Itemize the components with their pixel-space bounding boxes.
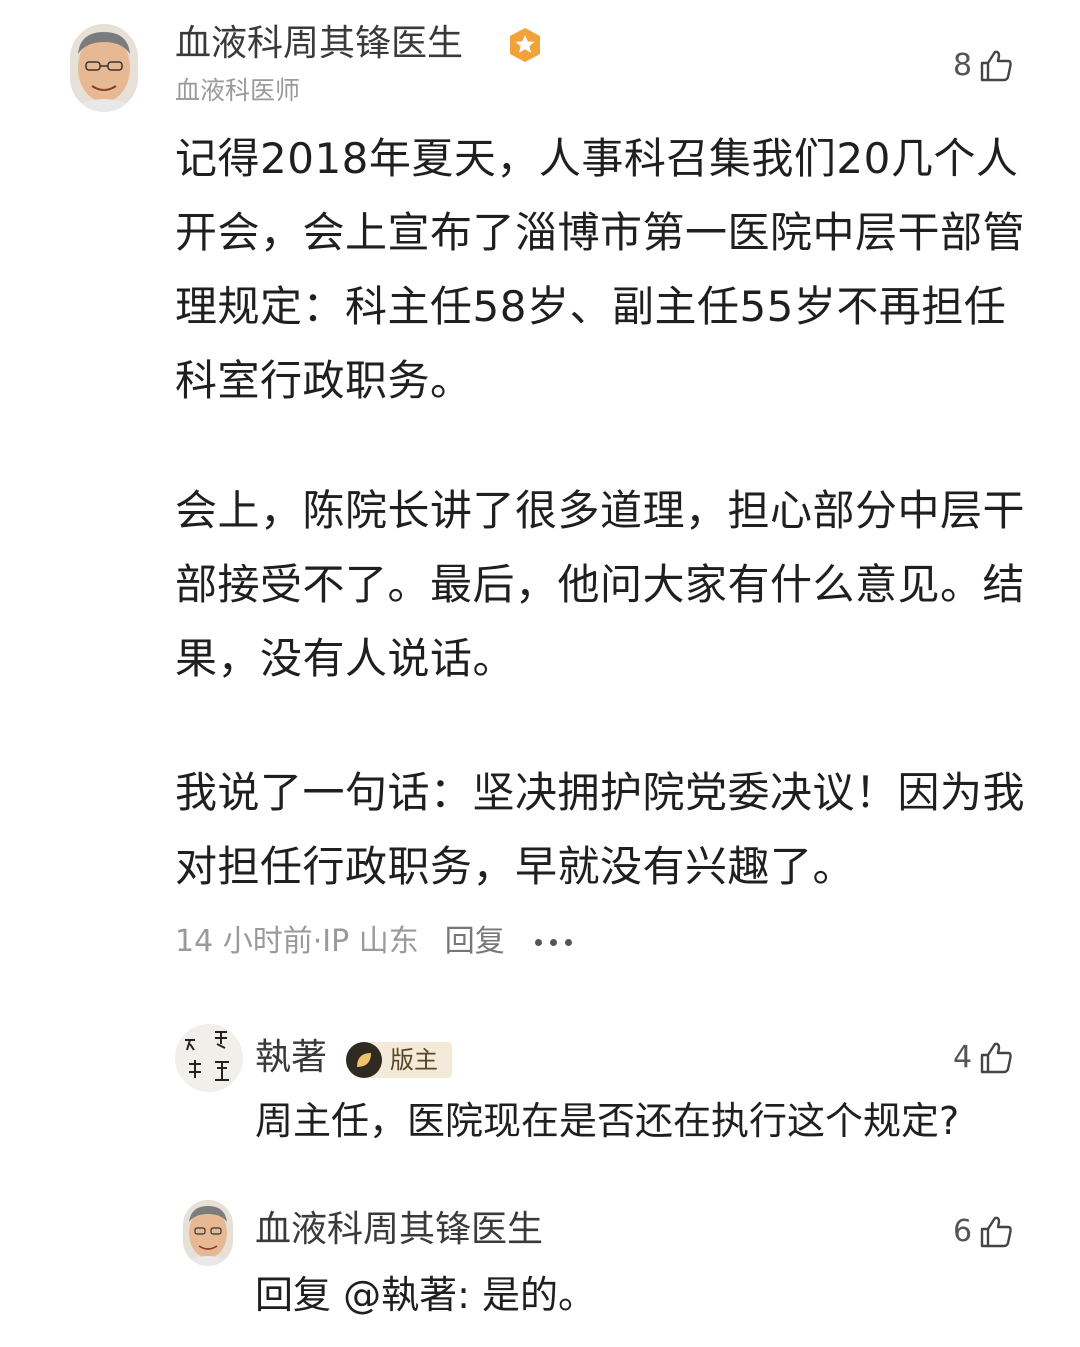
reply-text: 回复 @執著: 是的。 [255,1273,596,1317]
author-title: 血液科医师 [175,76,301,105]
verified-badge-icon [506,26,544,64]
like-button[interactable]: 4 [953,1040,1014,1076]
reply-author-name[interactable]: 血液科周其锋医生 [255,1212,543,1248]
author-name[interactable]: 血液科周其锋医生 [175,26,463,62]
comment-paragraph: 我说了一句话：坚决拥护院党委决议！因为我对担任行政职务，早就没有兴趣了。 [175,768,1026,891]
thumbs-up-icon [980,1042,1012,1074]
like-button[interactable]: 6 [953,1214,1014,1250]
comment-time: 14 小时前·IP 山东 [175,924,419,959]
reply-author-name[interactable]: 執著 [255,1040,327,1076]
reply-avatar[interactable] [175,1024,243,1092]
moderator-badge: 版主 [346,1042,452,1078]
like-count: 8 [953,48,973,83]
thumbs-up-icon [980,50,1012,82]
reply-text: 周主任，医院现在是否还在执行这个规定? [255,1099,960,1143]
moderator-leaf-icon [346,1042,382,1078]
comment-meta: 14 小时前·IP 山东 回复 [175,922,572,962]
author-avatar[interactable] [70,24,138,112]
more-dots-icon[interactable] [534,938,572,946]
comment-paragraph: 会上，陈院长讲了很多道理，担心部分中层干部接受不了。最后，他问大家有什么意见。结… [175,486,1026,683]
like-count: 4 [953,1040,973,1075]
like-button[interactable]: 8 [953,48,1014,84]
reply-avatar[interactable] [183,1200,233,1266]
reply-button[interactable]: 回复 [445,922,505,962]
thumbs-up-icon [980,1216,1012,1248]
moderator-badge-label: 版主 [390,1046,438,1074]
comment-paragraph: 记得2018年夏天，人事科召集我们20几个人开会，会上宣布了淄博市第一医院中层干… [175,134,1026,405]
like-count: 6 [953,1214,973,1249]
